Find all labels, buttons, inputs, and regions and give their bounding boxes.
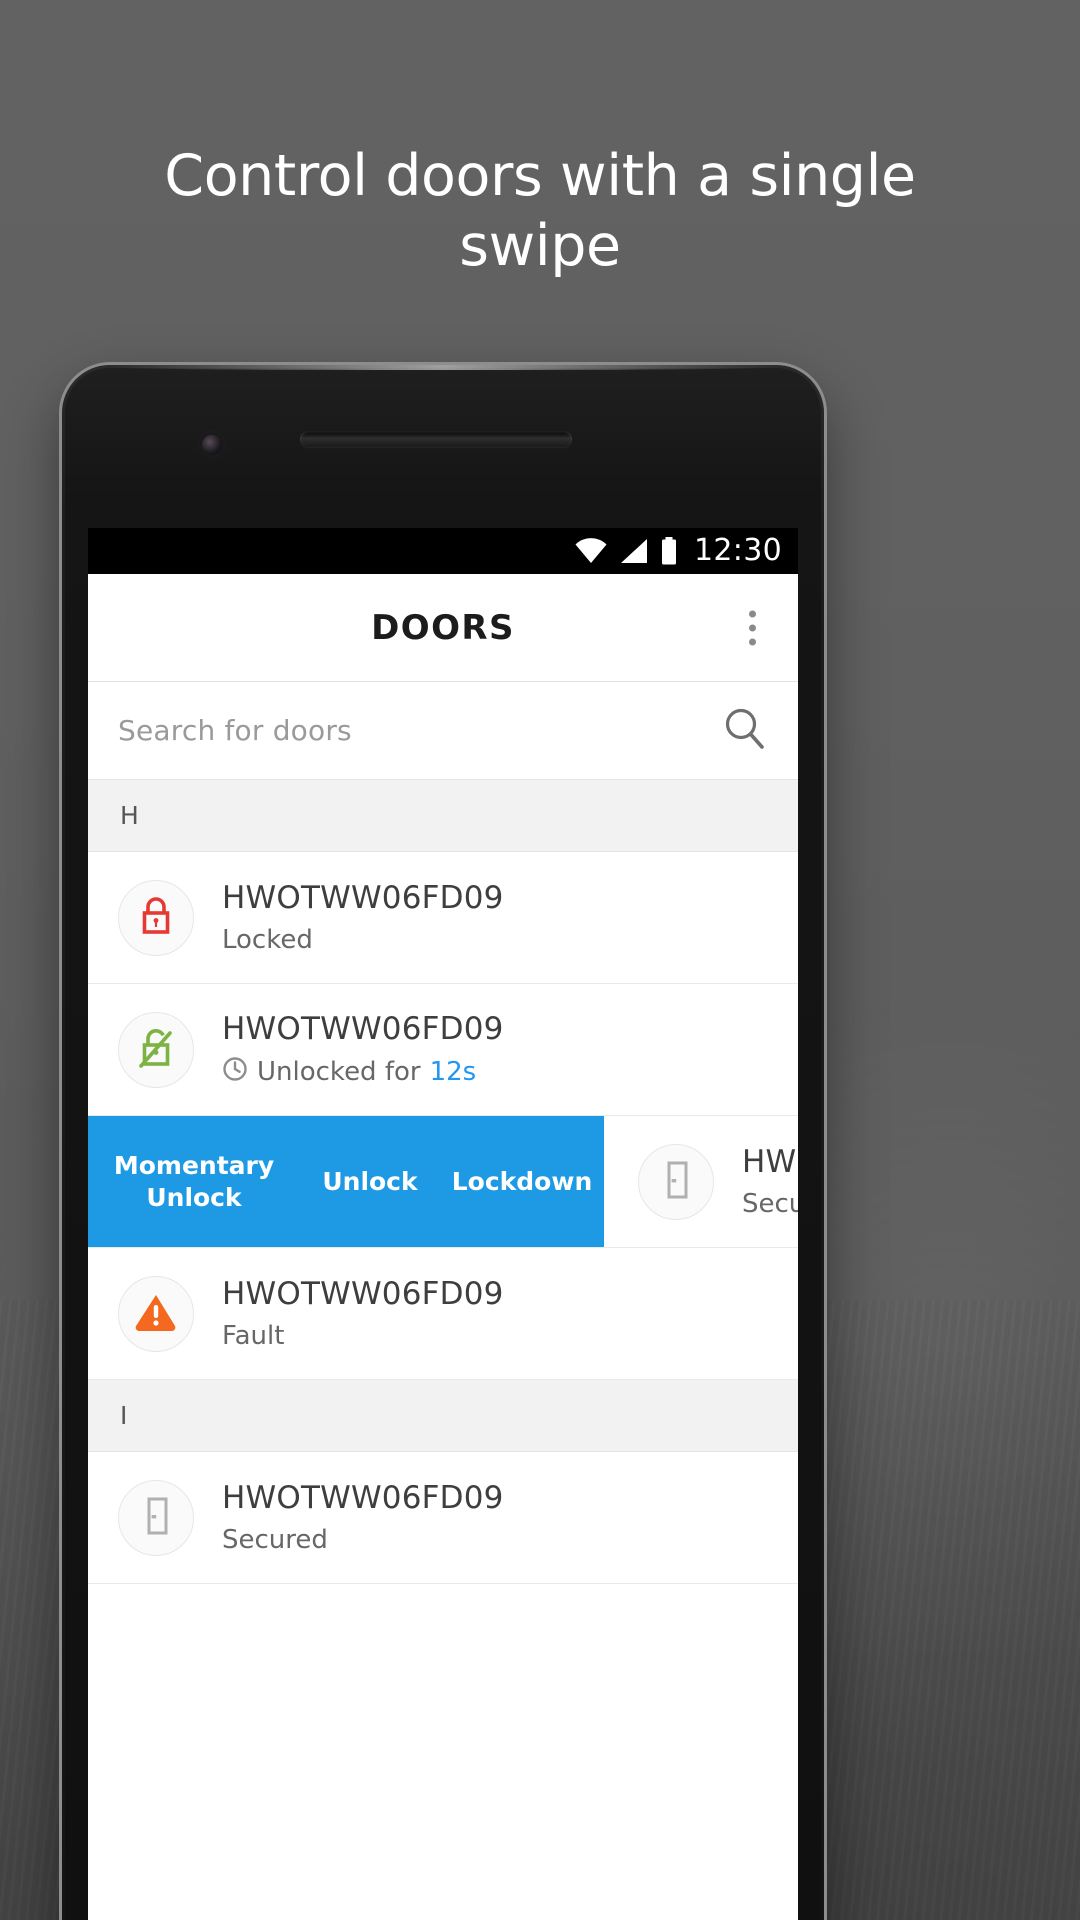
door-status-label: Secured	[222, 1525, 328, 1555]
status-bar: 12:30	[88, 528, 798, 574]
lock-open-slash-icon	[135, 1025, 177, 1075]
door-icon	[659, 1158, 693, 1206]
section-header-h: H	[88, 780, 798, 852]
avatar	[118, 1275, 194, 1352]
unlock-button[interactable]: Unlock	[300, 1166, 440, 1198]
battery-icon	[660, 537, 678, 565]
door-status-label: Fault	[222, 1321, 285, 1351]
list-item-text: HWOTWW06FD09 Unlocked for 12s	[222, 1011, 504, 1089]
door-status: Secured	[222, 1525, 504, 1555]
app-bar: DOORS	[88, 574, 798, 682]
list-item-text: HWOTWW06FD09 Locked	[222, 880, 504, 955]
phone-screen: 12:30 DOORS Search for doors H HWOTWW06F…	[88, 528, 798, 1920]
overflow-dot	[749, 624, 756, 631]
door-name: HWOTWW06FD09	[222, 1480, 504, 1516]
avatar	[118, 1011, 194, 1088]
overflow-menu-icon[interactable]	[737, 600, 768, 655]
page-title: DOORS	[371, 607, 515, 648]
door-name: HWOTWW06FD09	[222, 1276, 504, 1312]
door-status: Secured	[742, 1189, 798, 1219]
lock-closed-icon	[136, 894, 176, 942]
front-camera-icon	[202, 435, 222, 455]
avatar	[118, 1479, 194, 1556]
section-header-i: I	[88, 1380, 798, 1452]
swipe-action-panel: Momentary Unlock Unlock Lockdown	[88, 1116, 604, 1247]
door-status: Fault	[222, 1321, 504, 1351]
lockdown-button[interactable]: Lockdown	[440, 1166, 604, 1198]
promo-screenshot: Control doors with a single swipe 12:30 …	[0, 0, 1080, 1920]
list-item-text: HWOTWW06FD09 Secured	[742, 1144, 798, 1219]
list-item-text: HWOTWW06FD09 Fault	[222, 1276, 504, 1351]
avatar	[638, 1143, 714, 1220]
door-status: Unlocked for 12s	[222, 1056, 504, 1089]
list-item-door-locked[interactable]: HWOTWW06FD09 Locked	[88, 852, 798, 984]
momentary-unlock-label-line1: Momentary	[113, 1150, 275, 1180]
search-icon[interactable]	[718, 702, 772, 760]
phone-device-frame: 12:30 DOORS Search for doors H HWOTWW06F…	[62, 365, 824, 1920]
phone-top-glint	[107, 365, 779, 370]
door-status-label: Locked	[222, 925, 313, 955]
list-item-door-unlocked[interactable]: HWOTWW06FD09 Unlocked for 12s	[88, 984, 798, 1116]
list-item-door-swiped[interactable]: Momentary Unlock Unlock Lockdown HW Sec	[88, 1116, 798, 1248]
door-name: HWOTWW06FD09	[222, 1010, 504, 1047]
unlock-timer-value: 12s	[429, 1057, 477, 1087]
status-bar-clock: 12:30	[694, 533, 782, 568]
wifi-icon	[574, 538, 608, 564]
door-name: HWOTWW06FD09	[222, 880, 504, 916]
momentary-unlock-label-line2: Unlock	[146, 1182, 242, 1212]
door-status-label: Secured	[742, 1189, 798, 1219]
door-icon	[139, 1494, 173, 1542]
clock-icon	[222, 1056, 248, 1089]
warning-triangle-icon	[134, 1291, 178, 1337]
list-item-text: HWOTWW06FD09 Secured	[222, 1480, 504, 1555]
door-status-label: Unlocked for	[257, 1057, 421, 1087]
overflow-dot	[749, 638, 756, 645]
earpiece-speaker	[300, 431, 572, 447]
swiped-row-content[interactable]: HWOTWW06FD09 Secured	[604, 1116, 798, 1247]
search-input[interactable]: Search for doors	[118, 714, 718, 747]
momentary-unlock-button[interactable]: Momentary Unlock	[88, 1150, 300, 1214]
cell-signal-icon	[619, 538, 649, 564]
door-name: HWOTWW06FD09	[742, 1144, 798, 1180]
avatar	[118, 879, 194, 956]
promo-headline: Control doors with a single swipe	[164, 143, 916, 279]
door-status: Locked	[222, 925, 504, 955]
list-item-door-fault[interactable]: HWOTWW06FD09 Fault	[88, 1248, 798, 1380]
search-bar[interactable]: Search for doors	[88, 682, 798, 780]
overflow-dot	[749, 610, 756, 617]
list-item-door-secured[interactable]: HWOTWW06FD09 Secured	[88, 1452, 798, 1584]
